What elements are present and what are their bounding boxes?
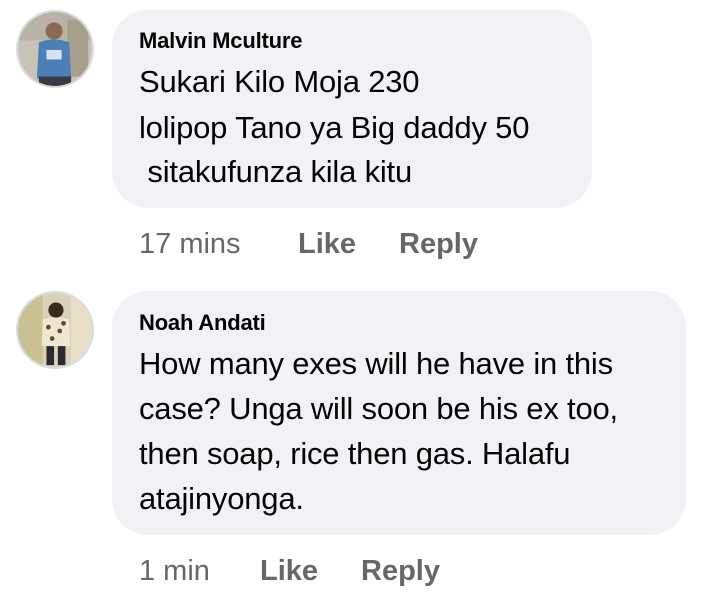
comment-author[interactable]: Noah Andati (139, 310, 266, 336)
comment-text-line: then soap, rice then gas. Halafu (139, 436, 571, 471)
comment-text-line: atajinyonga. (139, 481, 304, 516)
profile-photo-icon (18, 293, 92, 367)
avatar[interactable] (16, 291, 94, 369)
comment-2: Noah Andati How many exes will he have i… (0, 0, 720, 603)
comment-text-line: case? Unga will soon be his ex too, (139, 391, 618, 426)
comment-text-line: How many exes will he have in this (139, 346, 613, 381)
reply-button[interactable]: Reply (361, 555, 440, 588)
like-button[interactable]: Like (260, 555, 318, 588)
comment-timestamp[interactable]: 1 min (139, 555, 210, 588)
